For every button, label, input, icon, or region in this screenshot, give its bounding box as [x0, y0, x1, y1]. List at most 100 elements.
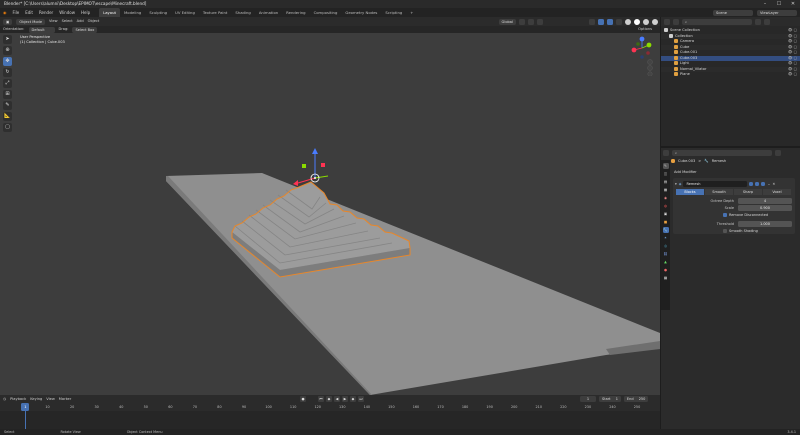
editor-type-icon[interactable]: ▣ [3, 18, 13, 25]
maximize-icon[interactable]: ☐ [772, 0, 786, 8]
menu-add[interactable]: Add [77, 17, 84, 26]
menu-view[interactable]: View [49, 17, 58, 26]
constraints-tab-icon[interactable]: ⛓ [663, 251, 669, 257]
scene-selector[interactable]: Scene [713, 9, 753, 16]
transform-tool-icon[interactable]: ⊞ [3, 90, 12, 99]
scene-tab-icon[interactable]: ◉ [663, 195, 669, 201]
menu-help[interactable]: Help [78, 8, 93, 17]
menu-window[interactable]: Window [56, 8, 78, 17]
physics-tab-icon[interactable]: ◎ [663, 243, 669, 249]
pin-icon[interactable] [775, 150, 781, 156]
drag-dropdown[interactable]: Select Box [72, 26, 98, 33]
timeline-ruler[interactable]: 1 01020304050607080901001101201301401501… [0, 403, 660, 429]
move-tool-icon[interactable]: ✥ [3, 57, 12, 66]
tab-animation[interactable]: Animation [255, 8, 282, 17]
octree-depth-field[interactable]: 4 [738, 198, 792, 204]
menu-render[interactable]: Render [36, 8, 56, 17]
viewport-scene[interactable] [0, 33, 660, 395]
render-tab-icon[interactable]: ◫ [663, 171, 669, 177]
mode-smooth[interactable]: Smooth [705, 189, 733, 195]
data-tab-icon[interactable]: ▲ [663, 259, 669, 265]
add-cube-tool-icon[interactable]: ▢ [3, 123, 12, 132]
mode-blocks[interactable]: Blocks [676, 189, 704, 195]
close-icon[interactable]: ✕ [786, 0, 800, 8]
prev-keyframe-icon[interactable]: ◆ [326, 396, 332, 402]
snap-icon[interactable] [528, 18, 534, 25]
tab-modeling[interactable]: Modeling [120, 8, 145, 17]
jump-start-icon[interactable]: ⏮ [318, 396, 324, 402]
output-tab-icon[interactable]: ▤ [663, 179, 669, 185]
mode-voxel[interactable]: Voxel [763, 189, 791, 195]
render-toggle-icon[interactable] [761, 181, 766, 186]
tab-uv-editing[interactable]: UV Editing [171, 8, 199, 17]
properties-search-input[interactable]: ⌕ [672, 150, 772, 156]
editmode-toggle-icon[interactable] [749, 181, 754, 186]
properties-editor-icon[interactable] [663, 150, 669, 156]
annotate-tool-icon[interactable]: ✎ [3, 101, 12, 110]
modifier-menu-icon[interactable]: ⌄ [767, 182, 770, 186]
view-layer-selector[interactable]: ViewLayer [757, 9, 797, 16]
smooth-shading-checkbox[interactable] [723, 229, 727, 233]
shading-solid-icon[interactable] [634, 18, 640, 25]
viewport-toggle-icon[interactable] [755, 181, 760, 186]
end-frame-field[interactable]: End 250 [623, 396, 649, 402]
add-workspace-icon[interactable]: + [406, 8, 417, 17]
world-tab-icon[interactable]: ◍ [663, 203, 669, 209]
tab-geometry-nodes[interactable]: Geometry Nodes [341, 8, 381, 17]
select-cursor-icon[interactable]: ➤ [3, 35, 12, 44]
modifier-name-input[interactable]: Remesh [683, 180, 748, 187]
tab-rendering[interactable]: Rendering [282, 8, 309, 17]
menu-object[interactable]: Object [88, 17, 100, 26]
tab-texture-paint[interactable]: Texture Paint [199, 8, 232, 17]
filter-icon[interactable] [755, 18, 761, 25]
outliner[interactable]: Scene Collection 👁 ▢ Collection 👁 ▢ Camera 👁 … [661, 26, 800, 146]
menu-edit[interactable]: Edit [22, 8, 36, 17]
add-modifier-dropdown[interactable]: Add Modifier [671, 169, 798, 176]
pivot-icon[interactable] [519, 18, 525, 25]
3d-viewport[interactable] [0, 33, 660, 395]
current-frame-indicator[interactable]: 1 [21, 403, 30, 411]
particles-tab-icon[interactable]: ✶ [663, 235, 669, 241]
play-icon[interactable]: ▶ [342, 396, 348, 402]
play-reverse-icon[interactable]: ◀ [334, 396, 340, 402]
mode-sharp[interactable]: Sharp [734, 189, 762, 195]
modifier-delete-icon[interactable]: ✕ [772, 182, 775, 186]
collapse-icon[interactable]: ▾ [675, 182, 677, 186]
overlay-toggle-icon[interactable] [607, 18, 613, 25]
display-mode-icon[interactable] [673, 18, 679, 25]
shading-rendered-icon[interactable] [652, 18, 658, 25]
xray-icon[interactable] [616, 18, 622, 25]
gizmo-toggle-icon[interactable] [598, 18, 604, 25]
jump-end-icon[interactable]: ⏭ [358, 396, 364, 402]
shading-wireframe-icon[interactable] [625, 18, 631, 25]
collection-tab-icon[interactable]: ▣ [663, 211, 669, 217]
record-icon[interactable]: ● [300, 396, 306, 402]
texture-tab-icon[interactable]: ▩ [663, 275, 669, 281]
threshold-field[interactable]: 1.000 [738, 221, 792, 227]
minimize-icon[interactable]: – [758, 0, 772, 8]
new-collection-icon[interactable] [764, 18, 770, 25]
current-frame-field[interactable]: 1 [580, 396, 596, 402]
start-frame-field[interactable]: Start 1 [599, 396, 621, 402]
3d-cursor-icon[interactable]: ⊕ [3, 46, 12, 55]
remove-disconnected-checkbox[interactable] [723, 213, 727, 217]
proportional-edit-icon[interactable] [537, 18, 543, 25]
tab-layout[interactable]: Layout [99, 8, 121, 17]
outliner-row[interactable]: Plane 👁 ▢ [661, 72, 800, 78]
tool-tab-icon[interactable]: ✎ [662, 163, 669, 169]
scale-tool-icon[interactable]: ⤢ [3, 79, 12, 88]
object-tab-icon[interactable]: ■ [663, 219, 669, 225]
mode-dropdown[interactable]: Object Mode [16, 18, 46, 25]
transform-orientation-dropdown[interactable]: Global [498, 18, 516, 25]
navigation-gizmo[interactable] [628, 36, 656, 76]
modifier-tab-icon[interactable]: 🔧 [662, 227, 669, 233]
tab-compositing[interactable]: Compositing [310, 8, 342, 17]
view-layer-tab-icon[interactable]: ▦ [663, 187, 669, 193]
outliner-search-input[interactable]: ⌕ [682, 18, 752, 25]
material-tab-icon[interactable]: ● [663, 267, 669, 273]
menu-file[interactable]: File [10, 8, 23, 17]
measure-tool-icon[interactable]: 📐 [3, 112, 12, 121]
visibility-icon[interactable] [589, 18, 595, 25]
scale-field[interactable]: 0.900 [738, 205, 792, 211]
tab-scripting[interactable]: Scripting [381, 8, 406, 17]
